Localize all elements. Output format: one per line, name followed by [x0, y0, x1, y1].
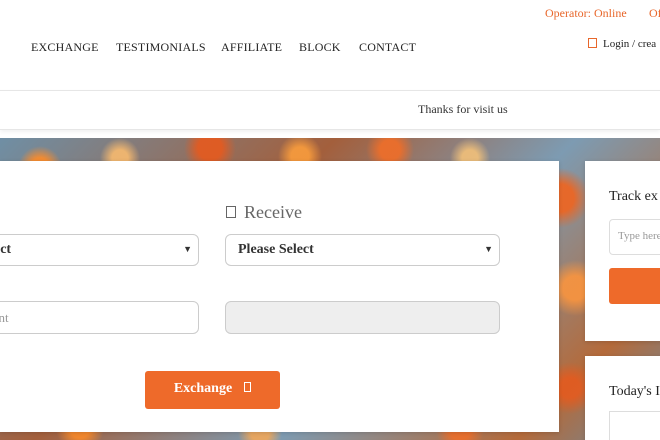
receive-amount-input[interactable] [225, 301, 500, 334]
caret-down-icon: ▼ [484, 244, 493, 254]
receive-heading: Receive [226, 202, 302, 223]
today-panel: Today's I [585, 356, 660, 440]
offline-link[interactable]: Of [649, 6, 660, 21]
track-input[interactable]: Type here [609, 219, 660, 255]
today-title: Today's I [609, 384, 660, 399]
nav-affiliate[interactable]: AFFILIATE [221, 40, 282, 55]
nav-testimonials[interactable]: TESTIMONIALS [116, 40, 206, 55]
login-label: Login / crea [603, 38, 657, 50]
send-currency-select[interactable]: ect ▼ [0, 234, 199, 266]
caret-down-icon: ▼ [183, 244, 192, 254]
main-nav: EXCHANGE TESTIMONIALS AFFILIATE BLOCK CO… [0, 26, 660, 74]
receive-heading-label: Receive [244, 202, 302, 222]
receive-select-value: Please Select [238, 242, 314, 257]
today-content-box [609, 411, 660, 440]
exchange-button[interactable]: Exchange [145, 371, 280, 409]
user-icon [588, 38, 597, 48]
track-button[interactable] [609, 268, 660, 304]
login-link[interactable]: Login / crea [588, 38, 656, 50]
nav-contact[interactable]: CONTACT [359, 40, 416, 55]
nav-block[interactable]: BLOCK [299, 40, 341, 55]
nav-exchange[interactable]: EXCHANGE [31, 40, 99, 55]
exchange-button-label: Exchange [173, 381, 233, 396]
track-title: Track ex [609, 189, 658, 204]
send-amount-input[interactable]: unt [0, 301, 199, 334]
ticker-bar: Thanks for visit us [0, 90, 660, 130]
send-select-value: ect [0, 242, 12, 257]
top-status-bar: Operator: Online Of [0, 0, 660, 26]
track-exchange-panel: Track ex Type here [585, 161, 660, 341]
exchange-card: Receive ect ▼ Please Select ▼ unt Exchan… [0, 161, 559, 432]
ticker-text: Thanks for visit us [418, 102, 508, 116]
download-icon [226, 206, 236, 218]
arrow-right-icon [244, 382, 252, 392]
operator-status: Operator: Online [545, 6, 627, 20]
receive-currency-select[interactable]: Please Select ▼ [225, 234, 500, 266]
